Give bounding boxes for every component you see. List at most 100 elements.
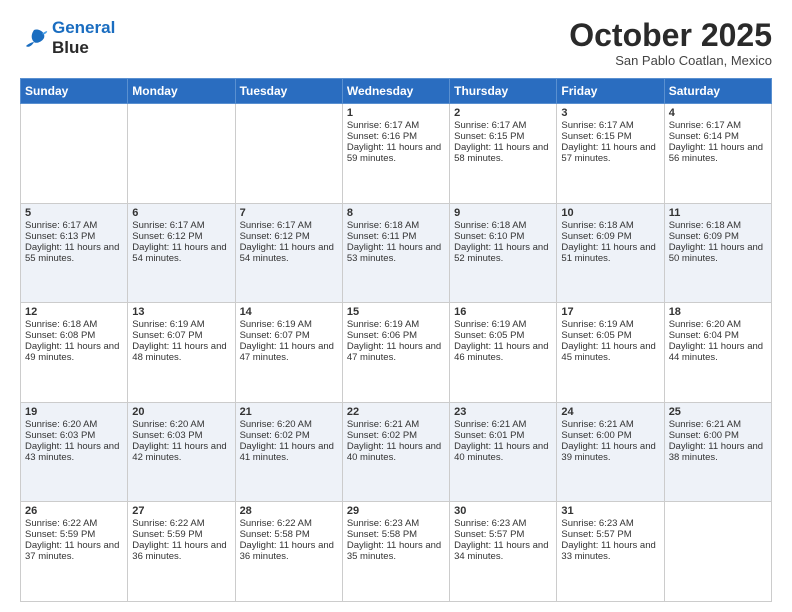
daylight-text: Daylight: 11 hours and 55 minutes. <box>25 242 119 264</box>
table-row: 18Sunrise: 6:20 AMSunset: 6:04 PMDayligh… <box>664 303 771 403</box>
sunrise-text: Sunrise: 6:20 AM <box>240 419 312 430</box>
day-number: 19 <box>25 406 123 418</box>
table-row: 28Sunrise: 6:22 AMSunset: 5:58 PMDayligh… <box>235 502 342 602</box>
sunrise-text: Sunrise: 6:22 AM <box>132 518 204 529</box>
table-row: 30Sunrise: 6:23 AMSunset: 5:57 PMDayligh… <box>450 502 557 602</box>
sunrise-text: Sunrise: 6:17 AM <box>669 120 741 131</box>
sunset-text: Sunset: 6:16 PM <box>347 131 417 142</box>
table-row: 10Sunrise: 6:18 AMSunset: 6:09 PMDayligh… <box>557 203 664 303</box>
day-number: 23 <box>454 406 552 418</box>
daylight-text: Daylight: 11 hours and 44 minutes. <box>669 341 763 363</box>
sunrise-text: Sunrise: 6:23 AM <box>561 518 633 529</box>
daylight-text: Daylight: 11 hours and 39 minutes. <box>561 441 655 463</box>
table-row <box>664 502 771 602</box>
table-row: 27Sunrise: 6:22 AMSunset: 5:59 PMDayligh… <box>128 502 235 602</box>
day-number: 31 <box>561 505 659 517</box>
table-row: 4Sunrise: 6:17 AMSunset: 6:14 PMDaylight… <box>664 104 771 204</box>
header: General Blue October 2025 San Pablo Coat… <box>20 18 772 68</box>
table-row: 7Sunrise: 6:17 AMSunset: 6:12 PMDaylight… <box>235 203 342 303</box>
sunrise-text: Sunrise: 6:21 AM <box>669 419 741 430</box>
table-row: 6Sunrise: 6:17 AMSunset: 6:12 PMDaylight… <box>128 203 235 303</box>
sunset-text: Sunset: 6:03 PM <box>132 430 202 441</box>
day-number: 28 <box>240 505 338 517</box>
sunrise-text: Sunrise: 6:20 AM <box>25 419 97 430</box>
col-tuesday: Tuesday <box>235 79 342 104</box>
daylight-text: Daylight: 11 hours and 57 minutes. <box>561 142 655 164</box>
day-number: 15 <box>347 306 445 318</box>
sunset-text: Sunset: 6:09 PM <box>561 231 631 242</box>
daylight-text: Daylight: 11 hours and 49 minutes. <box>25 341 119 363</box>
sunset-text: Sunset: 5:59 PM <box>132 529 202 540</box>
sunset-text: Sunset: 6:13 PM <box>25 231 95 242</box>
col-saturday: Saturday <box>664 79 771 104</box>
sunrise-text: Sunrise: 6:19 AM <box>561 319 633 330</box>
sunset-text: Sunset: 5:57 PM <box>561 529 631 540</box>
day-number: 14 <box>240 306 338 318</box>
sunrise-text: Sunrise: 6:19 AM <box>132 319 204 330</box>
sunrise-text: Sunrise: 6:18 AM <box>347 220 419 231</box>
sunrise-text: Sunrise: 6:20 AM <box>132 419 204 430</box>
sunrise-text: Sunrise: 6:22 AM <box>25 518 97 529</box>
daylight-text: Daylight: 11 hours and 42 minutes. <box>132 441 226 463</box>
daylight-text: Daylight: 11 hours and 51 minutes. <box>561 242 655 264</box>
header-row: Sunday Monday Tuesday Wednesday Thursday… <box>21 79 772 104</box>
daylight-text: Daylight: 11 hours and 46 minutes. <box>454 341 548 363</box>
daylight-text: Daylight: 11 hours and 58 minutes. <box>454 142 548 164</box>
table-row: 19Sunrise: 6:20 AMSunset: 6:03 PMDayligh… <box>21 402 128 502</box>
sunrise-text: Sunrise: 6:18 AM <box>669 220 741 231</box>
table-row: 14Sunrise: 6:19 AMSunset: 6:07 PMDayligh… <box>235 303 342 403</box>
daylight-text: Daylight: 11 hours and 56 minutes. <box>669 142 763 164</box>
sunset-text: Sunset: 6:10 PM <box>454 231 524 242</box>
calendar-week-row: 1 Sunrise: 6:17 AM Sunset: 6:16 PM Daylight… <box>21 104 772 204</box>
daylight-text: Daylight: 11 hours and 40 minutes. <box>454 441 548 463</box>
sunset-text: Sunset: 6:00 PM <box>561 430 631 441</box>
calendar-week-row: 19Sunrise: 6:20 AMSunset: 6:03 PMDayligh… <box>21 402 772 502</box>
day-number: 29 <box>347 505 445 517</box>
table-row: 29Sunrise: 6:23 AMSunset: 5:58 PMDayligh… <box>342 502 449 602</box>
table-row: 5Sunrise: 6:17 AMSunset: 6:13 PMDaylight… <box>21 203 128 303</box>
table-row: 8Sunrise: 6:18 AMSunset: 6:11 PMDaylight… <box>342 203 449 303</box>
table-row: 26Sunrise: 6:22 AMSunset: 5:59 PMDayligh… <box>21 502 128 602</box>
sunset-text: Sunset: 5:59 PM <box>25 529 95 540</box>
sunrise-text: Sunrise: 6:23 AM <box>454 518 526 529</box>
daylight-text: Daylight: 11 hours and 45 minutes. <box>561 341 655 363</box>
day-number: 3 <box>561 107 659 119</box>
col-monday: Monday <box>128 79 235 104</box>
sunrise-text: Sunrise: 6:17 AM <box>132 220 204 231</box>
table-row: 21Sunrise: 6:20 AMSunset: 6:02 PMDayligh… <box>235 402 342 502</box>
table-row <box>235 104 342 204</box>
day-number: 30 <box>454 505 552 517</box>
col-sunday: Sunday <box>21 79 128 104</box>
table-row: 12Sunrise: 6:18 AMSunset: 6:08 PMDayligh… <box>21 303 128 403</box>
logo: General Blue <box>20 18 115 57</box>
table-row: 11Sunrise: 6:18 AMSunset: 6:09 PMDayligh… <box>664 203 771 303</box>
table-row: 22Sunrise: 6:21 AMSunset: 6:02 PMDayligh… <box>342 402 449 502</box>
day-number: 7 <box>240 207 338 219</box>
table-row: 16Sunrise: 6:19 AMSunset: 6:05 PMDayligh… <box>450 303 557 403</box>
day-number: 16 <box>454 306 552 318</box>
day-number: 22 <box>347 406 445 418</box>
day-number: 2 <box>454 107 552 119</box>
daylight-text: Daylight: 11 hours and 38 minutes. <box>669 441 763 463</box>
table-row <box>128 104 235 204</box>
daylight-text: Daylight: 11 hours and 50 minutes. <box>669 242 763 264</box>
sunset-text: Sunset: 6:11 PM <box>347 231 417 242</box>
location: San Pablo Coatlan, Mexico <box>569 53 772 68</box>
sunrise-text: Sunrise: 6:21 AM <box>454 419 526 430</box>
daylight-text: Daylight: 11 hours and 36 minutes. <box>240 540 334 562</box>
day-number: 1 <box>347 107 445 119</box>
table-row: 13Sunrise: 6:19 AMSunset: 6:07 PMDayligh… <box>128 303 235 403</box>
daylight-text: Daylight: 11 hours and 33 minutes. <box>561 540 655 562</box>
sunrise-text: Sunrise: 6:19 AM <box>347 319 419 330</box>
month-title: October 2025 <box>569 18 772 53</box>
calendar-week-row: 5Sunrise: 6:17 AMSunset: 6:13 PMDaylight… <box>21 203 772 303</box>
col-wednesday: Wednesday <box>342 79 449 104</box>
sunset-text: Sunset: 6:03 PM <box>25 430 95 441</box>
sunset-text: Sunset: 6:07 PM <box>132 330 202 341</box>
sunrise-text: Sunrise: 6:19 AM <box>454 319 526 330</box>
sunrise-text: Sunrise: 6:17 AM <box>561 120 633 131</box>
daylight-text: Daylight: 11 hours and 54 minutes. <box>240 242 334 264</box>
day-number: 9 <box>454 207 552 219</box>
table-row: 24Sunrise: 6:21 AMSunset: 6:00 PMDayligh… <box>557 402 664 502</box>
logo-text: General Blue <box>52 18 115 57</box>
